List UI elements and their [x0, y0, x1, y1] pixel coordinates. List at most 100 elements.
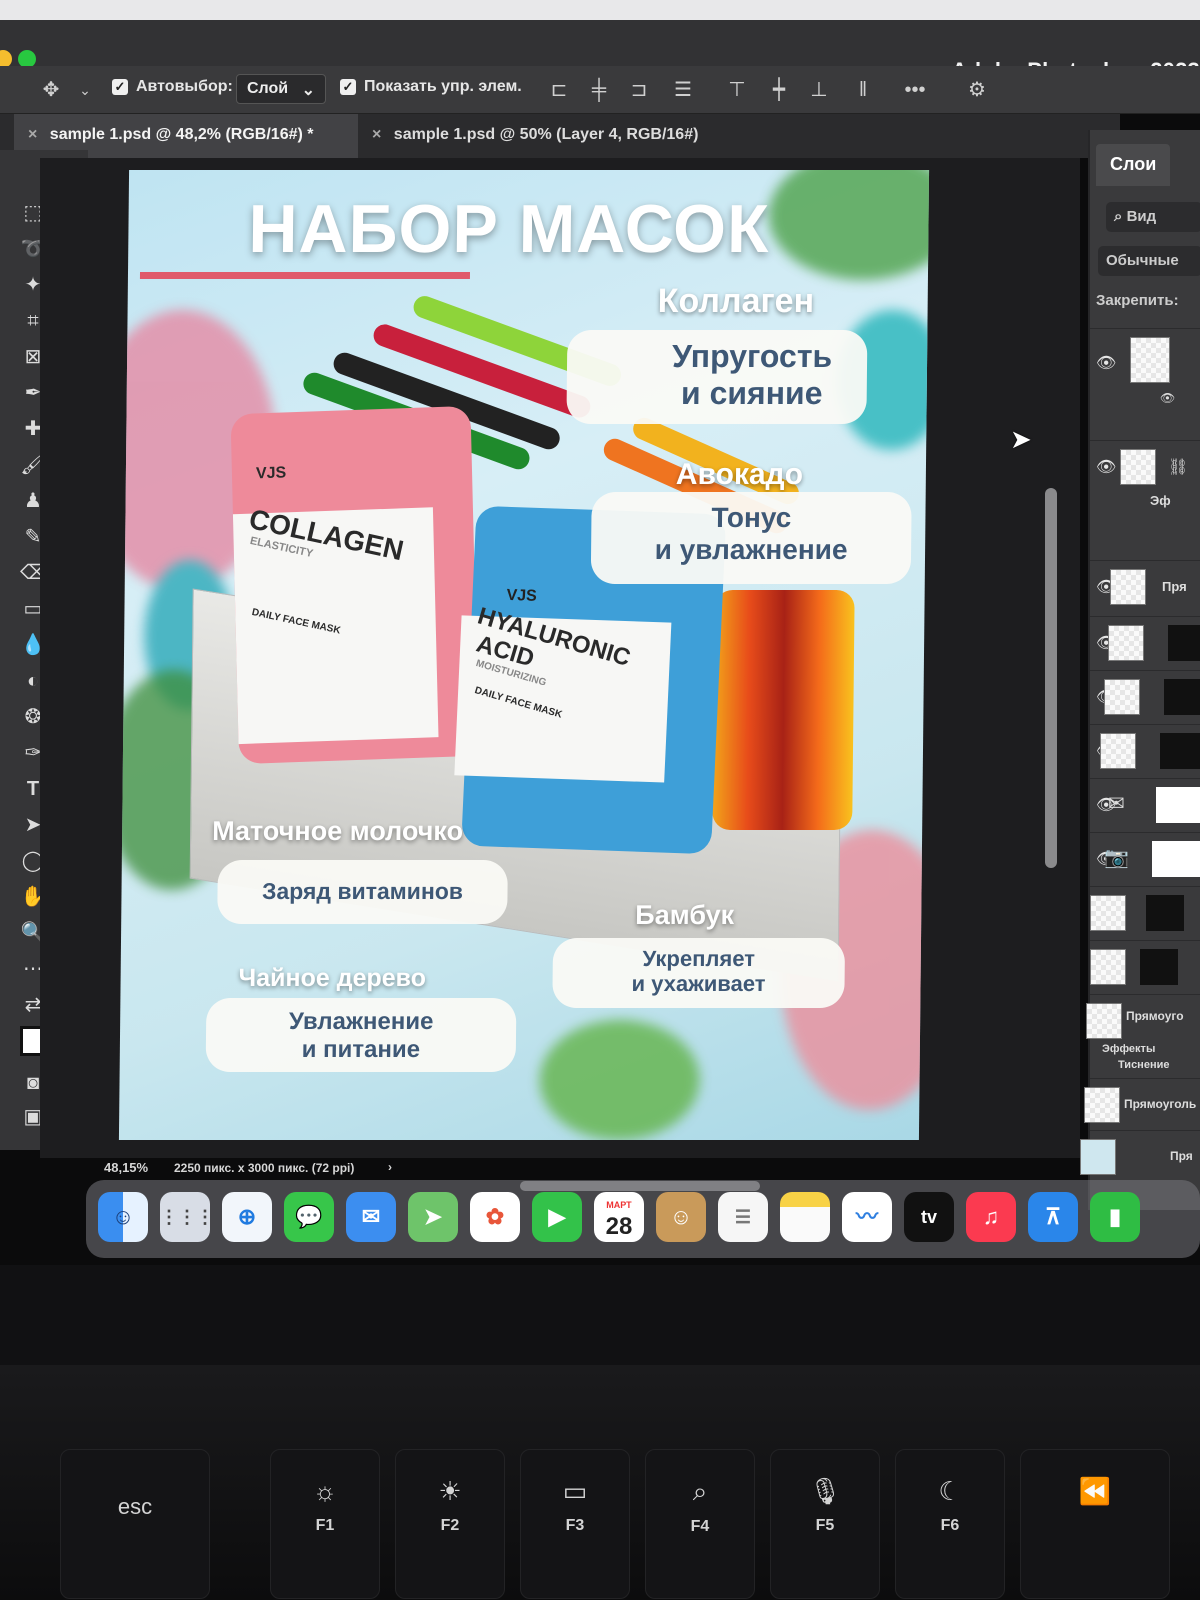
layer-name: Прямоуголь	[1124, 1097, 1197, 1111]
layer-row[interactable]: 👁	[1090, 940, 1200, 992]
collagen-benefit-2: и сияние	[680, 374, 823, 411]
zoom-level[interactable]: 48,15%	[104, 1160, 148, 1175]
layer-row[interactable]: 👁	[1090, 670, 1200, 722]
layer-effect-name: Тиснение	[1118, 1059, 1170, 1071]
f4-key[interactable]: ⌕ F4	[645, 1449, 755, 1599]
title-bar: Adobe Photoshop 2023	[0, 20, 1200, 83]
mail-icon[interactable]: ✉	[346, 1192, 396, 1242]
align-bottom-icon[interactable]: ⊥	[808, 79, 830, 101]
collagen-label: Коллаген	[657, 282, 815, 320]
more-options-icon[interactable]: •••	[904, 79, 926, 101]
esc-label: esc	[117, 1494, 153, 1519]
maps-icon[interactable]: ➤	[408, 1192, 458, 1242]
avocado-label: Авокадо	[675, 458, 804, 491]
freeform-icon[interactable]: 〰	[842, 1192, 892, 1242]
autoselect-checkbox[interactable]: ✓	[112, 79, 128, 95]
leaf-top-right	[767, 170, 930, 280]
microphone-icon: 🎙	[808, 1476, 842, 1506]
search-icon: ⌕	[692, 1476, 708, 1506]
layer-thumbnail	[1130, 337, 1170, 383]
tab-layers[interactable]: Слои	[1096, 144, 1170, 186]
document-info[interactable]: 2250 пикс. x 3000 пикс. (72 ppi)	[174, 1161, 354, 1175]
layer-mask-thumbnail	[1156, 787, 1200, 823]
tea-tree-label: Чайное дерево	[238, 964, 427, 992]
f2-key[interactable]: ☀ F2	[395, 1449, 505, 1599]
esc-key[interactable]: esc	[60, 1449, 210, 1599]
f3-label: F3	[565, 1517, 585, 1534]
f3-key[interactable]: ▭ F3	[520, 1449, 630, 1599]
layer-row[interactable]: 👁	[1090, 886, 1200, 938]
layer-row[interactable]: 👁 Прямоуго Эффекты Тиснение	[1086, 994, 1200, 1076]
show-transform-option[interactable]: ✓ Показать упр. элем.	[340, 78, 522, 96]
notes-icon[interactable]	[780, 1192, 830, 1242]
align-center-icon[interactable]: ╪	[588, 79, 610, 101]
brightness-down-icon: ☼	[313, 1476, 337, 1506]
apple-tv-icon[interactable]: tv	[904, 1192, 954, 1242]
close-icon[interactable]: ×	[372, 126, 381, 143]
f6-key[interactable]: ☾ F6	[895, 1449, 1005, 1599]
layer-row[interactable]: 👁 ✉	[1090, 778, 1200, 830]
document-poster[interactable]: НАБОР МАСОК VJS COLLAGEN ELASTICITY DAIL…	[118, 170, 930, 1140]
layer-thumbnail	[1080, 1139, 1116, 1175]
layer-row[interactable]: 👁	[1090, 724, 1200, 776]
blend-mode-select[interactable]: Обычные	[1098, 246, 1200, 276]
collagen-benefit-pill: Упругость и сияние	[566, 330, 868, 424]
layer-mask-thumbnail	[1160, 733, 1200, 769]
f2-label: F2	[440, 1517, 460, 1534]
layer-row[interactable]: 👁 Пря	[1090, 560, 1200, 612]
f7-key[interactable]: ⏪	[1020, 1449, 1170, 1599]
eye-icon[interactable]: 👁	[1160, 391, 1175, 405]
align-middle-icon[interactable]: ┿	[768, 79, 790, 101]
canvas-area[interactable]: НАБОР МАСОК VJS COLLAGEN ELASTICITY DAIL…	[40, 158, 1080, 1158]
eye-icon[interactable]: 👁	[1096, 353, 1116, 373]
tab-sample-1-50[interactable]: × sample 1.psd @ 50% (Layer 4, RGB/16#)	[358, 114, 758, 158]
layer-thumbnail	[1090, 949, 1126, 985]
facetime-icon[interactable]: ▶	[532, 1192, 582, 1242]
layer-row[interactable]: 👁 Пря	[1080, 1130, 1200, 1182]
chevron-down-icon[interactable]: ⌄	[74, 79, 96, 101]
finder-icon[interactable]: ☺	[98, 1192, 148, 1242]
layer-thumbnail	[1100, 733, 1136, 769]
align-top-icon[interactable]: ⊤	[726, 79, 748, 101]
chevron-right-icon[interactable]: ›	[388, 1160, 392, 1174]
layer-row[interactable]: 👁	[1090, 616, 1200, 668]
safari-icon[interactable]: ⊕	[222, 1192, 272, 1242]
mask-type: DAILY FACE MASK	[250, 606, 342, 637]
layer-filter-input[interactable]: ⌕ Вид	[1106, 202, 1200, 232]
music-icon[interactable]: ♫	[966, 1192, 1016, 1242]
numbers-icon[interactable]: ▮	[1090, 1192, 1140, 1242]
autoselect-dropdown[interactable]: Слой ⌄	[236, 74, 326, 104]
calendar-icon[interactable]: МАРТ 28	[594, 1192, 644, 1242]
f5-key[interactable]: 🎙 F5	[770, 1449, 880, 1599]
layer-name: Прямоуго	[1126, 1009, 1184, 1023]
f1-key[interactable]: ☼ F1	[270, 1449, 380, 1599]
gear-icon[interactable]: ⚙	[966, 79, 988, 101]
show-transform-checkbox[interactable]: ✓	[340, 79, 356, 95]
layer-mask-thumbnail	[1152, 841, 1200, 877]
distribute-icon[interactable]: ☰	[672, 79, 694, 101]
keynote-icon[interactable]: ⊼	[1028, 1192, 1078, 1242]
contacts-icon[interactable]: ☺	[656, 1192, 706, 1242]
layers-panel: Слои ⌕ Вид Обычные Закрепить: 👁 👁 👁 ⛓ Эф…	[1080, 130, 1200, 1210]
launchpad-icon[interactable]: ⋮⋮⋮	[160, 1192, 214, 1242]
autoselect-option[interactable]: ✓ Автовыбор:	[112, 78, 233, 96]
align-left-icon[interactable]: ⊏	[548, 79, 570, 101]
close-icon[interactable]: ×	[28, 126, 37, 143]
align-right-icon[interactable]: ⊐	[628, 79, 650, 101]
vertical-scrollbar[interactable]	[1045, 488, 1057, 868]
tab-label: sample 1.psd @ 48,2% (RGB/16#) *	[49, 126, 314, 143]
layer-row[interactable]: 👁 👁	[1090, 328, 1200, 405]
eye-icon[interactable]: 👁	[1096, 457, 1116, 477]
royal-jelly-label: Маточное молочко	[211, 816, 464, 846]
move-tool-icon[interactable]: ✥	[40, 79, 62, 101]
layer-row[interactable]: 👁 ⛓ Эф	[1090, 440, 1200, 532]
tab-label: sample 1.psd @ 50% (Layer 4, RGB/16#)	[393, 126, 699, 143]
photos-icon[interactable]: ✿	[470, 1192, 520, 1242]
distribute-vertical-icon[interactable]: ‖	[852, 79, 874, 101]
reminders-icon[interactable]: ☰	[718, 1192, 768, 1242]
messages-icon[interactable]: 💬	[284, 1192, 334, 1242]
layer-row[interactable]: 👁 📷	[1090, 832, 1200, 884]
layer-row[interactable]: 👁 Прямоуголь	[1084, 1078, 1200, 1130]
search-icon: ⌕	[1114, 208, 1127, 225]
moon-icon: ☾	[938, 1476, 962, 1506]
